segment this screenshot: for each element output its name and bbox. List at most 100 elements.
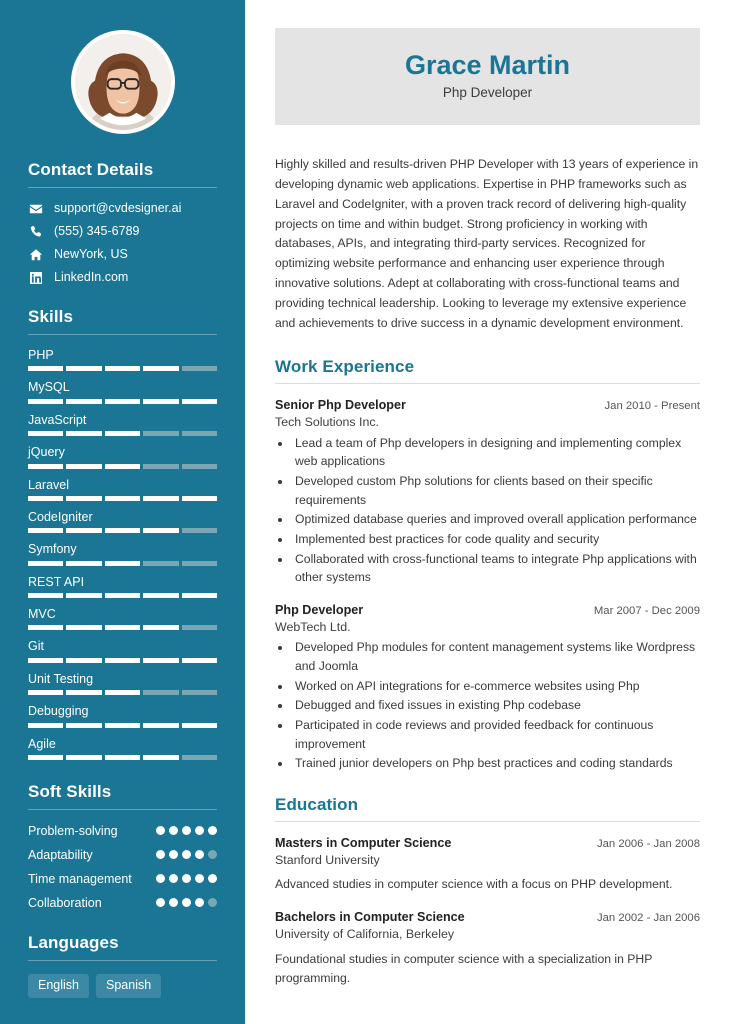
skill-name: Unit Testing [28, 671, 94, 686]
contact-item-email[interactable]: support@cvdesigner.ai [28, 201, 217, 216]
skill-level-bar [28, 625, 218, 631]
skill-segment [143, 398, 179, 404]
skill-segment [143, 366, 179, 372]
skill-segment [181, 398, 218, 404]
skill-segment [104, 398, 141, 404]
rating-dot [182, 873, 191, 883]
skill-segment [104, 495, 141, 501]
skill-segment [28, 398, 64, 404]
skill-level-bar [28, 495, 218, 501]
skills-list: PHP MySQL JavaScript jQuery Laravel CodeIgnit… [28, 348, 218, 760]
education-entry-header: Masters in Computer Science Jan 2006 - Ja… [275, 835, 700, 852]
rating-dot [169, 873, 178, 883]
skill-segment [181, 625, 218, 631]
resume-page: Contact Details support@cvdesigner.ai (5… [0, 0, 730, 1024]
contact-item-location[interactable]: NewYork, US [28, 247, 217, 262]
contact-details-section: Contact Details support@cvdesigner.ai (5… [28, 160, 217, 285]
rating-dot [208, 825, 217, 835]
education-heading: Education [275, 794, 359, 814]
work-entries: Senior Php Developer Jan 2010 - Present Te… [275, 397, 700, 773]
divider [28, 808, 217, 810]
skill-segment [143, 528, 179, 534]
skill-segment [28, 722, 64, 728]
rating-dot [182, 825, 191, 835]
divider [275, 820, 700, 822]
rating-dot [156, 873, 165, 883]
work-bullet-list: Lead a team of Php developers in designi… [292, 434, 700, 587]
skill-name: MySQL [28, 380, 70, 395]
rating-dot [182, 849, 191, 859]
skill-level-bar [28, 593, 218, 598]
skill-level-bar [28, 560, 218, 566]
skill-row: Agile [28, 736, 218, 760]
languages-list: English Spanish [28, 974, 217, 999]
skill-segment [66, 593, 102, 598]
skill-segment [66, 431, 102, 437]
work-entry-header: Senior Php Developer Jan 2010 - Present [275, 397, 700, 414]
work-role: Php Developer [275, 602, 364, 617]
avatar-photo [74, 34, 171, 130]
divider [28, 960, 217, 962]
sidebar: Contact Details support@cvdesigner.ai (5… [0, 0, 245, 1024]
skill-row: MVC [28, 607, 218, 631]
work-entry: Php Developer Mar 2007 - Dec 2009 WebTech … [275, 602, 700, 773]
education-degree: Masters in Computer Science [275, 835, 452, 850]
skill-row: JavaScript [28, 413, 218, 437]
soft-skill-name: Problem-solving [28, 823, 118, 838]
skill-segment [104, 366, 141, 372]
languages-section: Languages English Spanish [28, 933, 217, 999]
skill-level-bar [28, 657, 218, 663]
rating-dot [195, 825, 204, 835]
skill-segment [104, 657, 141, 663]
skill-segment [181, 528, 218, 534]
skill-name: Laravel [28, 477, 69, 492]
divider [275, 383, 700, 385]
work-bullet-list: Developed Php modules for content manage… [292, 638, 700, 773]
work-bullet: Developed custom Php solutions for clien… [292, 472, 700, 509]
rating-dot [182, 897, 191, 907]
skill-segment [66, 366, 102, 372]
skill-segment [143, 722, 179, 728]
contact-item-phone[interactable]: (555) 345-6789 [28, 224, 217, 239]
contact-email-text: support@cvdesigner.ai [54, 201, 182, 215]
work-bullet: Debugged and fixed issues in existing Ph… [292, 696, 700, 715]
soft-skill-name: Adaptability [28, 847, 93, 862]
skill-segment [104, 560, 141, 566]
soft-skill-rating [156, 847, 217, 859]
skill-segment [143, 657, 179, 663]
skill-name: Symfony [28, 542, 77, 557]
skill-segment [28, 690, 64, 696]
divider [28, 334, 217, 335]
skill-name: REST API [28, 574, 85, 589]
work-date-range: Mar 2007 - Dec 2009 [593, 604, 700, 617]
rating-dot [195, 897, 204, 907]
contact-item-linkedin[interactable]: LinkedIn.com [28, 270, 217, 285]
skill-segment [181, 657, 218, 663]
soft-skill-row: Collaboration [28, 895, 217, 912]
avatar-wrap [28, 30, 217, 134]
contact-location-text: NewYork, US [54, 247, 128, 261]
phone-icon [28, 224, 43, 239]
rating-dot [156, 825, 165, 835]
skill-segment [66, 463, 102, 469]
skill-row: jQuery [28, 445, 218, 469]
rating-dot [169, 825, 178, 835]
skill-segment [28, 754, 64, 760]
skill-row: Git [28, 639, 218, 663]
skill-name: Agile [28, 736, 56, 751]
language-chip: Spanish [96, 974, 162, 999]
skill-segment [28, 495, 64, 501]
language-chip: English [28, 974, 89, 999]
skill-segment [181, 463, 218, 469]
soft-skills-list: Problem-solving Adaptability Time manageme… [28, 823, 217, 912]
skill-segment [104, 690, 141, 696]
education-entry-header: Bachelors in Computer Science Jan 2002 - … [275, 909, 700, 926]
skill-segment [143, 495, 179, 501]
skill-segment [104, 722, 141, 728]
skill-segment [28, 625, 64, 631]
soft-skill-row: Problem-solving [28, 823, 217, 840]
skill-segment [104, 625, 141, 631]
work-bullet: Trained junior developers on Php best pr… [292, 754, 700, 773]
skill-segment [143, 593, 179, 598]
skill-row: MySQL [28, 380, 218, 404]
